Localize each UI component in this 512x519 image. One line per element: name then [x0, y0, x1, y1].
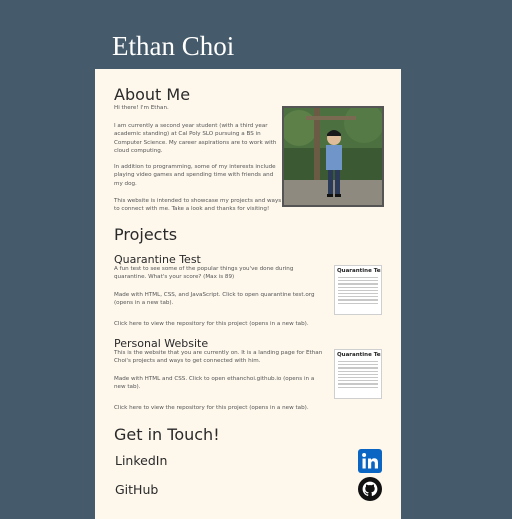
github-icon[interactable]	[358, 477, 382, 501]
project-repo-link[interactable]: Click here to view the repository for th…	[114, 320, 344, 328]
project-description: A fun test to see some of the popular th…	[114, 266, 294, 281]
about-paragraph-2: In addition to programming, some of my i…	[114, 164, 276, 187]
thumbnail-title: Quarantine Test	[337, 268, 382, 274]
profile-photo	[282, 106, 384, 207]
content-card: About Me Hi there! I'm Ethan. I am curre…	[95, 69, 401, 519]
project-thumbnail[interactable]: Quarantine Test	[334, 349, 382, 399]
project-tech-text[interactable]: Made with HTML and CSS. Click to open et…	[114, 376, 314, 390]
github-link[interactable]: GitHub	[115, 483, 158, 497]
linkedin-icon[interactable]	[358, 449, 382, 473]
project-title-quarantine-test[interactable]: Quarantine Test	[114, 254, 201, 265]
projects-heading: Projects	[114, 225, 178, 244]
site-title: Ethan Choi	[112, 31, 235, 61]
linkedin-link[interactable]: LinkedIn	[115, 454, 167, 468]
contact-heading: Get in Touch!	[114, 425, 220, 444]
about-heading: About Me	[114, 85, 191, 104]
about-paragraph-3: This website is intended to showcase my …	[114, 198, 282, 213]
project-thumbnail[interactable]: Quarantine Test	[334, 265, 382, 315]
project-tech-text[interactable]: Made with HTML, CSS, and JavaScript. Cli…	[114, 292, 315, 306]
project-tech-link[interactable]: Made with HTML and CSS. Click to open et…	[114, 375, 326, 392]
project-repo-text[interactable]: Click here to view the repository for th…	[114, 405, 309, 411]
thumbnail-title: Quarantine Test	[337, 352, 382, 358]
project-title-personal-website[interactable]: Personal Website	[114, 338, 208, 349]
project-repo-link[interactable]: Click here to view the repository for th…	[114, 404, 344, 412]
about-paragraph-1: I am currently a second year student (wi…	[114, 123, 277, 155]
about-greeting: Hi there! I'm Ethan.	[114, 105, 169, 111]
project-tech-link[interactable]: Made with HTML, CSS, and JavaScript. Cli…	[114, 291, 319, 308]
project-description: This is the website that you are current…	[114, 350, 323, 365]
project-repo-text[interactable]: Click here to view the repository for th…	[114, 321, 309, 327]
